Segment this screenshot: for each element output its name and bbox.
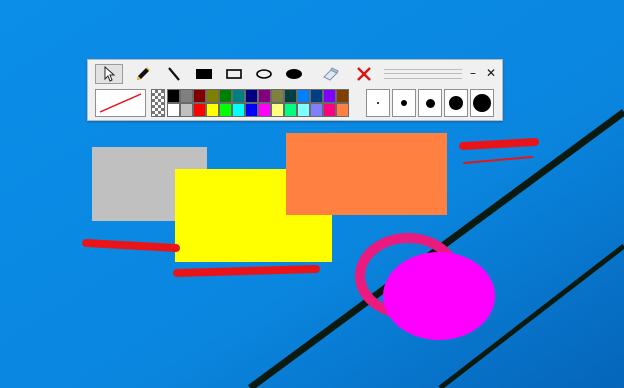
color-swatch[interactable]	[310, 89, 323, 103]
color-swatch[interactable]	[258, 89, 271, 103]
color-swatch[interactable]	[284, 89, 297, 103]
current-color-preview	[95, 89, 146, 117]
ellipse-tool[interactable]	[250, 64, 278, 84]
tool-row: – ✕	[88, 60, 502, 88]
eraser-tool[interactable]	[317, 64, 345, 84]
color-swatch[interactable]	[167, 103, 180, 117]
color-swatch[interactable]	[336, 89, 349, 103]
minimize-button[interactable]: –	[465, 65, 481, 81]
line-icon	[168, 67, 180, 81]
ellipse-outline-icon	[256, 69, 272, 79]
color-swatch[interactable]	[297, 103, 310, 117]
pencil-icon	[137, 67, 150, 80]
brush-size-selector	[366, 89, 494, 117]
orange-rectangle[interactable]	[286, 133, 447, 215]
transparent-color-swatch[interactable]	[151, 89, 165, 117]
color-swatch[interactable]	[180, 103, 193, 117]
color-swatch[interactable]	[193, 89, 206, 103]
color-swatch[interactable]	[245, 103, 258, 117]
brush-dot-icon	[401, 100, 407, 106]
color-swatch[interactable]	[193, 103, 206, 117]
color-swatch[interactable]	[336, 103, 349, 117]
color-swatch[interactable]	[310, 103, 323, 117]
cursor-arrow-icon	[104, 66, 116, 82]
brush-dot-icon	[425, 98, 435, 108]
color-swatch[interactable]	[271, 89, 284, 103]
color-swatch[interactable]	[206, 103, 219, 117]
red-stroke-bottom[interactable]	[173, 265, 320, 277]
red-stroke-right-thick[interactable]	[459, 138, 539, 150]
brush-dot-icon	[473, 94, 491, 112]
red-stroke-left[interactable]	[82, 239, 180, 252]
color-swatch[interactable]	[167, 89, 180, 103]
brush-size-button[interactable]	[418, 89, 442, 117]
line-tool[interactable]	[160, 64, 188, 84]
eraser-icon	[323, 67, 339, 81]
color-swatch[interactable]	[258, 103, 271, 117]
filled-rectangle-icon	[196, 69, 212, 79]
brush-size-button[interactable]	[444, 89, 468, 117]
pencil-tool[interactable]	[129, 64, 157, 84]
color-swatch[interactable]	[323, 89, 336, 103]
filled-ellipse-icon	[286, 69, 302, 79]
brush-size-button[interactable]	[470, 89, 494, 117]
color-swatch[interactable]	[180, 89, 193, 103]
filled-rectangle-tool[interactable]	[190, 64, 218, 84]
rectangle-tool[interactable]	[220, 64, 248, 84]
color-swatch[interactable]	[297, 89, 310, 103]
toolbar-drag-grip[interactable]	[384, 69, 462, 79]
color-swatch[interactable]	[232, 89, 245, 103]
color-swatch[interactable]	[232, 103, 245, 117]
color-swatch[interactable]	[206, 89, 219, 103]
red-x-icon	[357, 67, 371, 81]
current-line-preview	[99, 93, 142, 113]
magenta-ellipse[interactable]	[383, 252, 495, 340]
color-row	[88, 88, 502, 120]
color-palette	[167, 89, 349, 117]
clear-tool[interactable]	[350, 64, 378, 84]
brush-dot-icon	[449, 96, 463, 110]
brush-size-button[interactable]	[366, 89, 390, 117]
close-button[interactable]: ✕	[483, 65, 499, 81]
color-swatch[interactable]	[284, 103, 297, 117]
color-swatch[interactable]	[271, 103, 284, 117]
brush-size-button[interactable]	[392, 89, 416, 117]
color-swatch[interactable]	[323, 103, 336, 117]
color-swatch[interactable]	[219, 89, 232, 103]
color-swatch[interactable]	[219, 103, 232, 117]
brush-dot-icon	[377, 102, 379, 104]
color-swatch[interactable]	[245, 89, 258, 103]
paint-toolbar: – ✕	[87, 59, 503, 121]
select-tool[interactable]	[95, 64, 123, 84]
filled-ellipse-tool[interactable]	[280, 64, 308, 84]
rectangle-outline-icon	[226, 69, 242, 79]
